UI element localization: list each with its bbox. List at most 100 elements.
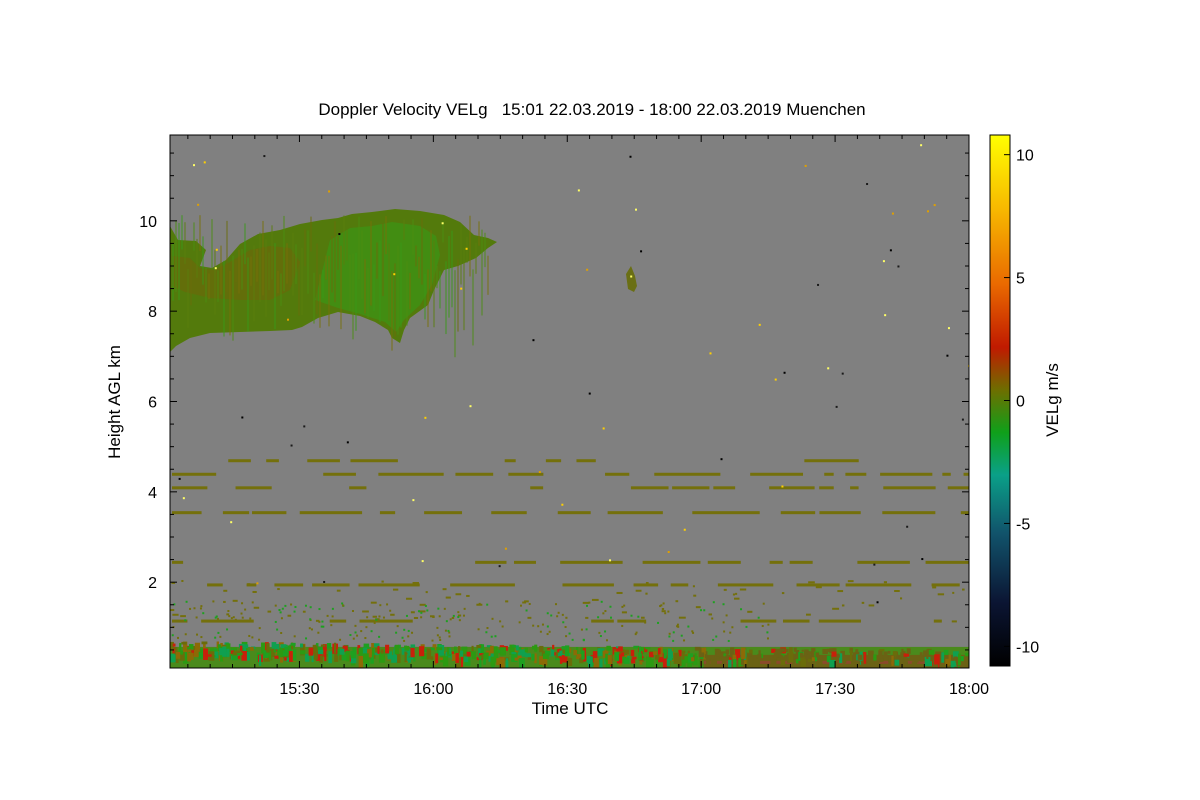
aerosol-dash — [576, 459, 596, 463]
aerosol-speck — [932, 586, 937, 589]
y-tick-label: 8 — [148, 304, 157, 321]
aerosol-speck — [390, 613, 395, 616]
boundary-layer-cell — [432, 644, 437, 647]
boundary-layer-cell — [318, 649, 324, 655]
boundary-layer-cell — [706, 660, 710, 666]
boundary-layer-cell — [804, 651, 807, 657]
boundary-layer-cell — [606, 645, 611, 651]
boundary-layer-speck — [411, 631, 414, 634]
aerosol-speck — [247, 583, 251, 586]
noise-speck — [683, 528, 686, 531]
boundary-layer-speck — [491, 617, 494, 620]
y-tick-label: 4 — [148, 485, 157, 502]
boundary-layer-cell — [341, 654, 347, 661]
cloud-streak — [352, 253, 354, 340]
cloud-streak — [271, 225, 273, 280]
cloud-streak — [214, 249, 216, 315]
aerosol-speck — [419, 603, 426, 606]
cloud-streak — [460, 223, 462, 285]
aerosol-dash — [378, 472, 444, 476]
boundary-layer-speck — [202, 612, 205, 615]
cloud-streak — [304, 229, 306, 267]
noise-speck — [835, 405, 838, 408]
boundary-layer-cell — [623, 649, 630, 655]
noise-speck — [926, 210, 929, 213]
boundary-layer-speck — [740, 608, 743, 611]
boundary-layer-speck — [546, 612, 549, 615]
boundary-layer-speck — [602, 612, 605, 615]
boundary-layer-speck — [349, 634, 352, 637]
noise-speck — [504, 547, 507, 550]
boundary-layer-speck — [621, 624, 624, 627]
cloud-streak — [301, 247, 303, 315]
aerosol-dash — [207, 583, 223, 587]
aerosol-dash — [672, 486, 710, 490]
boundary-layer-cell — [649, 659, 654, 667]
aerosol-dash — [769, 486, 815, 490]
noise-speck — [214, 267, 217, 270]
y-tick-label: 10 — [139, 214, 157, 231]
aerosol-speck — [406, 597, 413, 600]
boundary-layer-cell — [868, 650, 874, 659]
boundary-layer-speck — [712, 601, 715, 604]
boundary-layer-speck — [217, 631, 220, 634]
boundary-layer-cell — [500, 652, 505, 656]
noise-speck — [961, 418, 964, 421]
boundary-layer-cell — [237, 652, 243, 656]
aerosol-speck — [645, 592, 648, 595]
cloud-streak — [181, 215, 183, 250]
boundary-layer-cell — [289, 650, 293, 662]
boundary-layer-cell — [786, 648, 789, 653]
aerosol-speck — [739, 588, 747, 591]
aerosol-dash — [880, 472, 933, 476]
aerosol-speck — [747, 610, 753, 613]
boundary-layer-speck — [366, 616, 369, 619]
boundary-layer-speck — [731, 626, 734, 629]
colorbar: 10 5 0 -5 -10 VELg m/s — [989, 134, 1062, 667]
boundary-layer-speck — [598, 631, 601, 634]
boundary-layer-speck — [403, 639, 406, 642]
aerosol-speck — [232, 599, 238, 602]
boundary-layer-speck — [342, 604, 345, 607]
noise-speck — [720, 458, 723, 461]
x-tick-label: 16:30 — [547, 681, 587, 698]
colorbar-tick-label: 10 — [1016, 148, 1034, 165]
x-tick-label: 15:30 — [279, 681, 319, 698]
aerosol-speck — [180, 615, 186, 618]
boundary-layer-speck — [604, 630, 607, 633]
aerosol-dash — [845, 583, 912, 587]
boundary-layer-cell — [435, 653, 439, 664]
boundary-layer-speck — [320, 625, 323, 628]
aerosol-dash — [617, 619, 647, 623]
cloud-streak — [253, 245, 255, 322]
aerosol-speck — [661, 607, 665, 610]
cloud-streak — [478, 221, 480, 246]
aerosol-speck — [466, 594, 470, 597]
aerosol-dash — [942, 472, 951, 476]
boundary-layer-speck — [668, 632, 671, 635]
aerosol-speck — [661, 610, 666, 613]
boundary-layer-cell — [463, 648, 467, 654]
aerosol-speck — [170, 609, 175, 612]
boundary-layer-cell — [891, 655, 894, 666]
aerosol-speck — [635, 589, 642, 592]
cloud-streak — [361, 230, 363, 299]
boundary-layer-cell — [567, 657, 573, 666]
boundary-layer-cell — [573, 650, 578, 656]
boundary-layer-speck — [437, 607, 440, 610]
boundary-layer-speck — [550, 614, 553, 617]
boundary-layer-speck — [486, 627, 489, 630]
boundary-layer-cell — [446, 654, 451, 657]
boundary-layer-cell — [631, 656, 637, 660]
boundary-layer-cell — [662, 658, 668, 668]
boundary-layer-speck — [171, 634, 174, 637]
cloud-streak — [259, 232, 261, 302]
cloud-streak — [409, 272, 411, 310]
boundary-layer-speck — [356, 634, 359, 637]
boundary-layer-cell — [226, 648, 230, 657]
aerosol-dash — [329, 619, 347, 623]
boundary-layer-cell — [300, 643, 303, 648]
boundary-layer-speck — [605, 639, 608, 642]
aerosol-speck — [410, 611, 415, 614]
boundary-layer-speck — [486, 603, 489, 606]
